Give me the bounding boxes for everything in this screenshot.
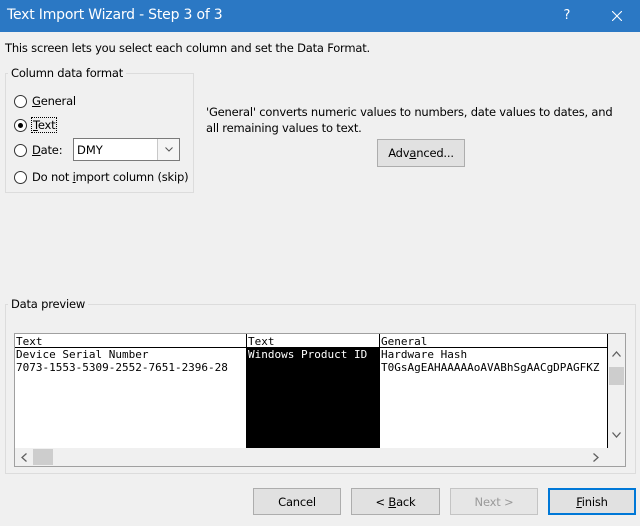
preview-column-3[interactable]: General Hardware Hash T0GsAgEAHAAAAAoAVA…	[380, 334, 608, 448]
title-bar: Text Import Wizard - Step 3 of 3 ?	[0, 0, 640, 32]
back-button[interactable]: < Back	[351, 488, 440, 515]
close-button[interactable]	[594, 0, 640, 32]
scroll-down-icon[interactable]	[612, 432, 621, 438]
data-preview-label: Data preview	[8, 297, 89, 311]
column-header[interactable]: Text	[15, 334, 246, 348]
radio-general-mnemonic: G	[32, 94, 41, 108]
advanced-button-label: Advanced...	[388, 146, 454, 160]
format-description: 'General' converts numeric values to num…	[206, 105, 613, 135]
scrollbar-corner	[608, 448, 625, 466]
radio-skip-label: Do not import column (skip)	[32, 170, 189, 184]
radio-text-indicator[interactable]	[14, 118, 27, 132]
preview-cell: T0GsAgEAHAAAAAoAVABhSgAACgDPAGFKZ	[381, 361, 600, 374]
column-format-label: Column data format	[8, 66, 127, 80]
radio-text-label: Text	[30, 117, 58, 133]
preview-column-1[interactable]: Text Device Serial Number 7073-1553-5309…	[15, 334, 247, 448]
horizontal-scrollbar[interactable]	[15, 448, 608, 466]
column-header[interactable]: Text	[247, 334, 379, 348]
radio-skip-label-rest: mport column (skip)	[75, 170, 189, 184]
back-button-label: < Back	[375, 494, 416, 509]
preview-columns: Text Device Serial Number 7073-1553-5309…	[15, 334, 608, 448]
horizontal-scroll-thumb[interactable]	[33, 449, 53, 465]
vertical-scroll-thumb[interactable]	[609, 367, 624, 385]
chevron-down-icon	[164, 147, 173, 152]
advanced-button[interactable]: Advanced...	[377, 139, 465, 167]
intro-text: This screen lets you select each column …	[5, 41, 370, 55]
help-button[interactable]: ?	[544, 0, 590, 32]
preview-column-2-selected[interactable]: Text Windows Product ID	[247, 334, 380, 448]
close-icon	[611, 10, 623, 22]
preview-cell: Windows Product ID	[248, 348, 368, 361]
vertical-scrollbar[interactable]	[608, 334, 625, 448]
scroll-up-icon[interactable]	[612, 351, 621, 357]
next-button[interactable]: Next >	[450, 488, 538, 515]
radio-date-indicator[interactable]	[14, 143, 27, 157]
cancel-button-label: Cancel	[278, 494, 316, 509]
preview-cell: 7073-1553-5309-2552-7651-2396-28	[16, 361, 228, 374]
radio-text[interactable]: Text	[14, 117, 58, 133]
radio-date-label: Date:	[32, 143, 63, 157]
radio-date[interactable]: Date:	[14, 142, 63, 158]
preview-cell: Device Serial Number	[16, 348, 149, 361]
finish-button-label: Finish	[576, 494, 608, 509]
radio-date-mnemonic: D	[32, 143, 41, 157]
finish-button[interactable]: Finish	[548, 488, 636, 515]
radio-skip[interactable]: Do not import column (skip)	[14, 169, 189, 185]
radio-general-label-rest: eneral	[40, 94, 76, 108]
dropdown-arrow[interactable]	[157, 139, 179, 160]
date-format-select[interactable]: DMY	[73, 138, 180, 161]
scroll-left-icon[interactable]	[21, 453, 27, 462]
data-preview-grid[interactable]: Text Device Serial Number 7073-1553-5309…	[14, 333, 626, 467]
preview-cell: Hardware Hash	[381, 348, 468, 361]
radio-skip-indicator[interactable]	[14, 170, 27, 184]
radio-general-indicator[interactable]	[14, 94, 27, 108]
radio-general[interactable]: General	[14, 93, 76, 109]
scroll-right-icon[interactable]	[593, 453, 599, 462]
column-header[interactable]: General	[380, 334, 607, 348]
radio-text-label-rest: ext	[37, 118, 56, 132]
preview-cell	[247, 361, 379, 374]
radio-date-label-rest: ate:	[40, 143, 63, 157]
radio-general-label: General	[32, 94, 76, 108]
date-format-value: DMY	[77, 143, 103, 157]
next-button-label: Next >	[474, 494, 514, 509]
window-title: Text Import Wizard - Step 3 of 3	[7, 7, 223, 23]
cancel-button[interactable]: Cancel	[253, 488, 341, 515]
radio-skip-label-pre: Do not	[32, 170, 73, 184]
